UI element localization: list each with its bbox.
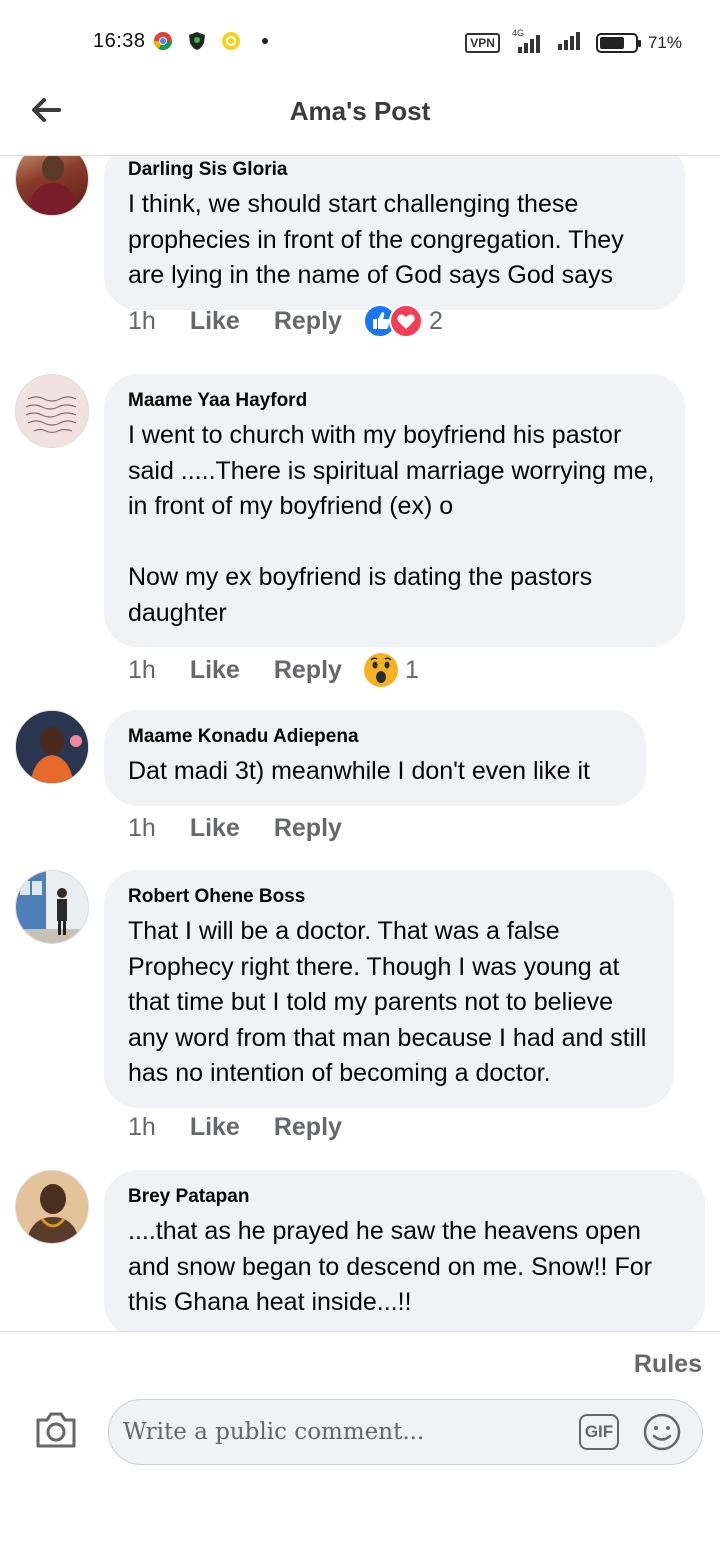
comment-bubble[interactable]: Maame Yaa Hayford I went to church with … (104, 374, 685, 647)
coin-app-icon (220, 30, 242, 52)
comment-time[interactable]: 1h (128, 814, 156, 843)
comment-time[interactable]: 1h (128, 307, 156, 336)
avatar[interactable] (15, 710, 89, 784)
like-button[interactable]: Like (190, 814, 240, 843)
comment-input-box[interactable]: GIF (108, 1399, 703, 1465)
comment-text: Dat madi 3t) meanwhile I don't even like… (128, 757, 590, 785)
comment-bubble[interactable]: Maame Konadu Adiepena Dat madi 3t) meanw… (104, 710, 646, 806)
reaction-count: 1 (404, 655, 419, 684)
comment-bubble[interactable]: Robert Ohene Boss That I will be a docto… (104, 870, 674, 1108)
battery-level (599, 36, 625, 49)
status-bar: 16:38 VPN 4G 71% (0, 0, 720, 80)
vpn-badge: VPN (465, 32, 500, 53)
reply-button[interactable]: Reply (274, 656, 342, 685)
rules-link[interactable]: Rules (634, 1350, 702, 1379)
shield-app-icon (186, 30, 208, 52)
reply-button[interactable]: Reply (274, 814, 342, 843)
comment-actions: 1h Like Reply (128, 814, 376, 843)
love-reaction-icon (388, 304, 423, 338)
smiley-icon (643, 1413, 681, 1451)
more-notifications-dot (254, 30, 276, 52)
comment-input[interactable] (123, 1412, 563, 1452)
comment-text: I went to church with my boyfriend his p… (128, 421, 655, 627)
reaction-count: 2 (428, 306, 443, 335)
camera-icon (36, 1412, 76, 1448)
reactions-summary[interactable]: 1 (363, 652, 419, 688)
battery-percent: 71% (647, 32, 682, 52)
comment-author[interactable]: Maame Yaa Hayford (128, 390, 663, 412)
post-header: Ama's Post (0, 80, 720, 156)
like-button[interactable]: Like (190, 307, 240, 336)
comment-author[interactable]: Brey Patapan (128, 1186, 683, 1208)
reactions-summary[interactable]: 2 (362, 304, 443, 338)
comment-actions: 1h Like Reply 2 (128, 304, 443, 338)
reply-button[interactable]: Reply (274, 1113, 342, 1142)
camera-button[interactable] (34, 1410, 78, 1450)
comment-actions: 1h Like Reply 1 (128, 652, 419, 688)
comment-time[interactable]: 1h (128, 1113, 156, 1142)
comment-actions: 1h Like Reply (128, 1113, 376, 1142)
comment-text: ....that as he prayed he saw the heavens… (128, 1217, 659, 1316)
comment-time[interactable]: 1h (128, 656, 156, 685)
comment-composer: Rules GIF (0, 1331, 720, 1560)
like-button[interactable]: Like (190, 656, 240, 685)
comment-bubble[interactable]: Darling Sis Gloria I think, we should st… (104, 156, 685, 310)
comment-bubble[interactable]: Brey Patapan ....that as he prayed he sa… (104, 1170, 705, 1331)
emoji-button[interactable] (642, 1412, 682, 1452)
notification-icons (152, 30, 276, 52)
comment-author[interactable]: Darling Sis Gloria (128, 159, 663, 181)
gif-button[interactable]: GIF (579, 1414, 619, 1450)
signal-4g-icon: 4G (510, 28, 546, 54)
status-right: VPN 4G 71% (465, 28, 682, 56)
status-time: 16:38 (93, 30, 146, 52)
comment-author[interactable]: Robert Ohene Boss (128, 886, 652, 908)
chrome-icon (152, 30, 174, 52)
avatar[interactable] (15, 156, 89, 216)
avatar[interactable] (15, 870, 89, 944)
avatar[interactable] (15, 374, 89, 448)
comment-text: That I will be a doctor. That was a fals… (128, 917, 654, 1087)
battery-icon (595, 32, 641, 53)
like-button[interactable]: Like (190, 1113, 240, 1142)
page-title: Ama's Post (289, 96, 431, 126)
comments-list[interactable]: Darling Sis Gloria I think, we should st… (0, 156, 720, 1331)
signal-icon (556, 29, 586, 56)
comment-text: I think, we should start challenging the… (128, 190, 631, 289)
comment-author[interactable]: Maame Konadu Adiepena (128, 726, 624, 748)
wow-reaction-icon (363, 653, 398, 687)
avatar[interactable] (15, 1170, 89, 1244)
reply-button[interactable]: Reply (274, 307, 342, 336)
